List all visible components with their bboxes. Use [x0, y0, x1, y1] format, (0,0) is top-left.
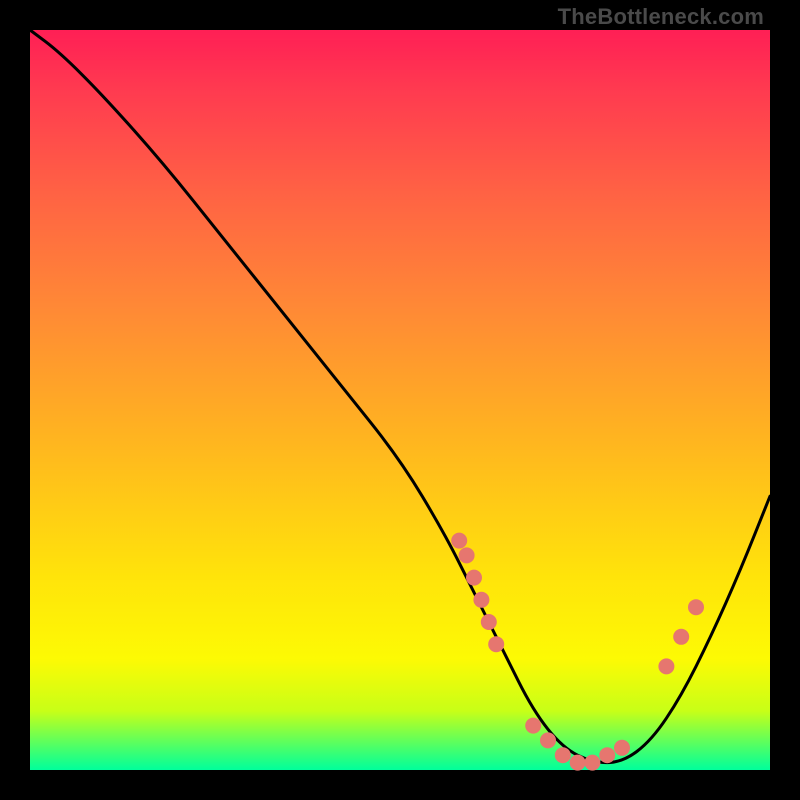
- data-marker: [525, 718, 541, 734]
- data-marker: [614, 740, 630, 756]
- data-marker: [584, 755, 600, 771]
- data-marker: [658, 658, 674, 674]
- chart-frame: [30, 30, 770, 770]
- data-marker: [459, 547, 475, 563]
- data-marker: [688, 599, 704, 615]
- data-marker: [599, 747, 615, 763]
- data-marker: [555, 747, 571, 763]
- watermark-text: TheBottleneck.com: [558, 4, 764, 30]
- chart-svg: [30, 30, 770, 770]
- data-marker: [451, 533, 467, 549]
- data-marker: [466, 570, 482, 586]
- data-marker: [488, 636, 504, 652]
- data-marker: [570, 755, 586, 771]
- data-markers: [451, 533, 704, 771]
- data-marker: [473, 592, 489, 608]
- data-marker: [540, 732, 556, 748]
- data-marker: [673, 629, 689, 645]
- data-marker: [481, 614, 497, 630]
- bottleneck-curve: [30, 30, 770, 763]
